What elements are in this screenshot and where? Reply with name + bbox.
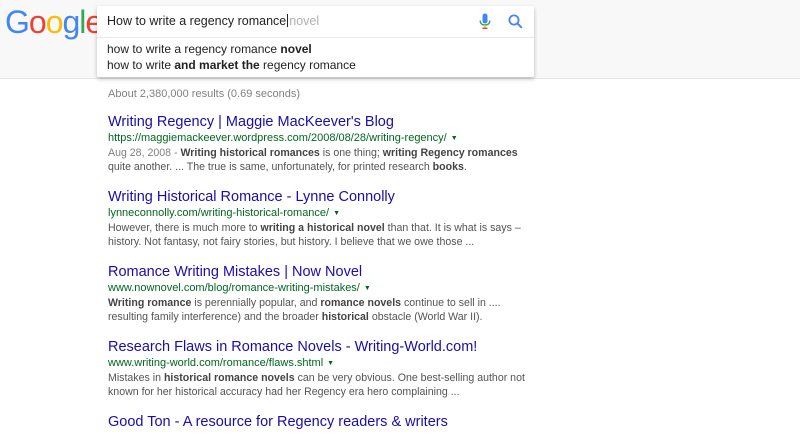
magnifier-icon[interactable] [508,14,523,34]
suggestion-item[interactable]: how to write and market the regency roma… [97,57,534,73]
dropdown-arrow-icon[interactable]: ▼ [333,207,340,221]
snippet-text: is one thing; [319,147,383,159]
result-title-link[interactable]: Writing Regency | Maggie MacKeever's Blo… [108,114,538,131]
result-snippet: Aug 28, 2008 - Writing historical romanc… [108,146,538,174]
result-item: Research Flaws in Romance Novels - Writi… [108,339,538,399]
snippet-text: However, there is much more to [108,222,261,234]
result-url: www.nownovel.com/blog/romance-writing-mi… [108,282,371,296]
snippet-text: . [463,161,467,173]
snippet-text: Writing historical romances [180,147,320,159]
result-snippet: Writing romance is perennially popular, … [108,296,538,324]
logo-letter: g [62,4,80,40]
suggestion-item[interactable]: how to write a regency romance novel [97,41,534,57]
search-results: Writing Regency | Maggie MacKeever's Blo… [108,114,538,446]
dropdown-arrow-icon[interactable]: ▼ [327,357,334,371]
result-item: Writing Regency | Maggie MacKeever's Blo… [108,114,538,174]
google-logo[interactable]: Google [5,4,103,41]
microphone-icon[interactable] [479,13,491,35]
logo-letter: G [5,4,30,40]
result-title-link[interactable]: Good Ton - A resource for Regency reader… [108,414,538,431]
result-snippet: However, there is much more to writing a… [108,221,538,249]
result-item: Writing Historical Romance - Lynne Conno… [108,189,538,249]
logo-letter: o [45,4,64,40]
result-url: www.writing-world.com/romance/flaws.shtm… [108,357,335,371]
snippet-text: historical [321,311,369,323]
snippet-text: Writing romance [108,297,192,309]
snippet-text: books [432,161,464,173]
result-title-link[interactable]: Romance Writing Mistakes | Now Novel [108,264,538,281]
autocomplete-ghost-text: novel [289,14,320,28]
snippet-text: is perennially popular, and [191,297,321,309]
result-date: Aug 28, 2008 - [108,147,181,159]
logo-letter: o [28,4,47,40]
snippet-text: romance novels [320,297,402,309]
result-url: https://maggiemackeever.wordpress.com/20… [108,132,458,146]
result-stats: About 2,380,000 results (0.69 seconds) [108,88,301,100]
result-item: Romance Writing Mistakes | Now Novel www… [108,264,538,324]
dropdown-arrow-icon[interactable]: ▼ [364,282,371,296]
autocomplete-suggestions: how to write a regency romance novel how… [97,38,534,77]
snippet-text: Mistakes in [108,372,164,384]
search-input[interactable]: How to write a regency romance novel [107,14,319,28]
result-item: Good Ton - A resource for Regency reader… [108,414,538,431]
snippet-text: writing a historical novel [260,222,385,234]
result-title-link[interactable]: Research Flaws in Romance Novels - Writi… [108,339,538,356]
snippet-text: quite another. ... The true is same, unf… [108,161,433,173]
result-snippet: Mistakes in historical romance novels ca… [108,371,538,399]
result-title-link[interactable]: Writing Historical Romance - Lynne Conno… [108,189,538,206]
snippet-text: writing Regency romances [382,147,518,159]
snippet-text: historical romance novels [163,372,295,384]
result-url: lynneconnolly.com/writing-historical-rom… [108,207,341,221]
query-text: How to write a regency romance [107,14,287,28]
search-header: Google How to write a regency romance nov… [0,0,800,79]
dropdown-arrow-icon[interactable]: ▼ [451,132,458,146]
snippet-text: obstacle (World War II). [368,311,483,323]
search-bar[interactable]: How to write a regency romance novel [97,6,534,38]
search-box: How to write a regency romance novel how … [97,6,534,77]
